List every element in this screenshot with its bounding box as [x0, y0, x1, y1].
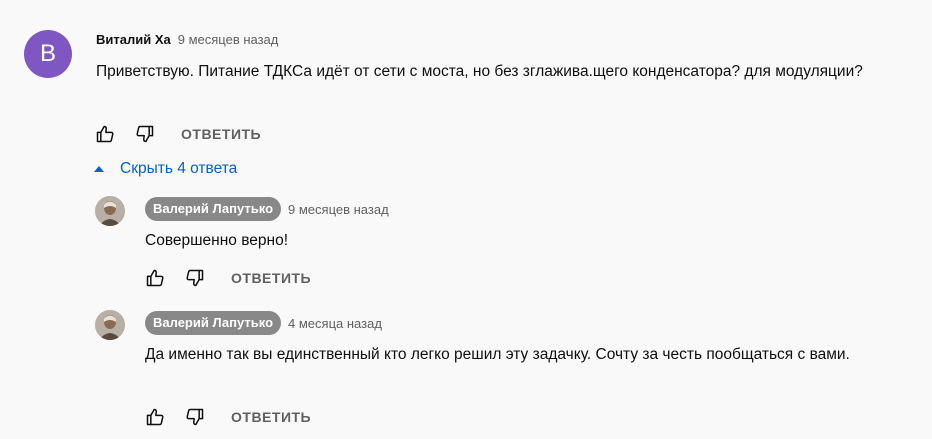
comment-author[interactable]: Виталий Ха	[96, 32, 171, 47]
thumb-down-icon	[186, 269, 204, 287]
user-photo-icon	[95, 310, 125, 340]
reply-avatar[interactable]	[95, 310, 125, 340]
hide-replies-toggle[interactable]: Скрыть 4 ответа	[92, 160, 237, 178]
reply-actions: ОТВЕТИТЬ	[143, 266, 311, 290]
avatar[interactable]: В	[24, 30, 72, 78]
avatar-letter: В	[39, 40, 56, 67]
reply-author-badge[interactable]: Валерий Лапутько	[145, 197, 282, 221]
like-button[interactable]	[143, 405, 167, 429]
reply-actions: ОТВЕТИТЬ	[143, 405, 311, 429]
reply-header: Валерий Лапутько 4 месяца назад	[145, 311, 382, 335]
dislike-button[interactable]	[133, 122, 157, 146]
reply-text: Совершенно верно!	[145, 232, 289, 249]
reply-button[interactable]: ОТВЕТИТЬ	[231, 270, 311, 286]
user-photo-icon	[95, 196, 125, 226]
thumb-up-icon	[96, 125, 114, 143]
hide-replies-label: Скрыть 4 ответа	[120, 160, 238, 177]
like-button[interactable]	[143, 266, 167, 290]
reply-author-badge[interactable]: Валерий Лапутько	[145, 311, 282, 335]
reply-button[interactable]: ОТВЕТИТЬ	[231, 409, 311, 425]
thumb-down-icon	[136, 125, 154, 143]
thumb-down-icon	[186, 408, 204, 426]
comment-time[interactable]: 9 месяцев назад	[178, 32, 279, 47]
dislike-button[interactable]	[183, 266, 207, 290]
comment-text: Приветствую. Питание ТДКСа идёт от сети …	[96, 63, 863, 80]
comment-actions: ОТВЕТИТЬ	[93, 122, 261, 146]
thumb-up-icon	[146, 269, 164, 287]
dislike-button[interactable]	[183, 405, 207, 429]
thumb-up-icon	[146, 408, 164, 426]
reply-header: Валерий Лапутько 9 месяцев назад	[145, 197, 389, 221]
reply-time[interactable]: 9 месяцев назад	[288, 202, 389, 217]
comment-header: Виталий Ха 9 месяцев назад	[96, 32, 278, 47]
caret-up-icon	[94, 166, 104, 172]
reply-button[interactable]: ОТВЕТИТЬ	[181, 126, 261, 142]
reply-avatar[interactable]	[95, 196, 125, 226]
reply-text: Да именно так вы единственный кто легко …	[145, 346, 850, 363]
reply-time[interactable]: 4 месяца назад	[288, 316, 382, 331]
like-button[interactable]	[93, 122, 117, 146]
